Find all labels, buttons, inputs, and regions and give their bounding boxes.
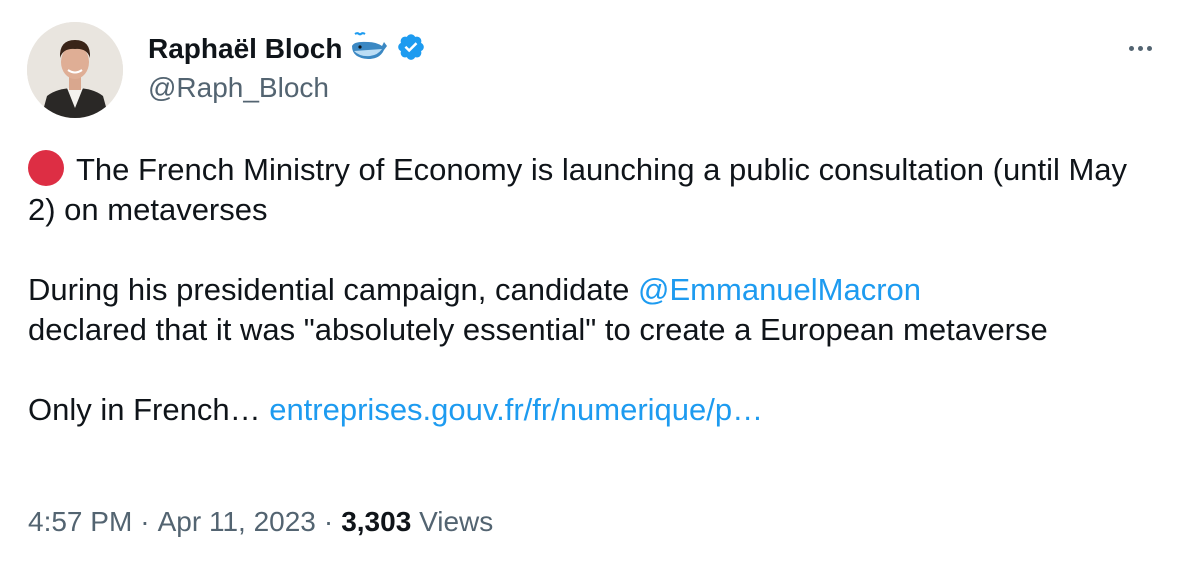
paragraph-2-before: During his presidential campaign, candid… (28, 272, 639, 307)
verified-badge-icon (396, 32, 426, 67)
external-link[interactable]: entreprises.gouv.fr/fr/numerique/p… (269, 392, 763, 427)
tweet-date[interactable]: Apr 11, 2023 (158, 506, 316, 538)
meta-separator: · (140, 506, 150, 537)
tweet-text: The French Ministry of Economy is launch… (28, 150, 1148, 430)
whale-icon (350, 31, 388, 67)
paragraph-1-text: The French Ministry of Economy is launch… (28, 152, 1128, 227)
views[interactable]: 3,303 Views (341, 506, 493, 538)
avatar-photo (27, 22, 123, 118)
paragraph-2-after: declared that it was "absolutely essenti… (28, 312, 1048, 347)
paragraph-3-before: Only in French… (28, 392, 270, 427)
tweet-meta: 4:57 PM · Apr 11, 2023 · 3,303 Views (28, 506, 493, 538)
red-circle-icon (28, 150, 64, 186)
tweet-paragraph-3: Only in French… entreprises.gouv.fr/fr/n… (28, 390, 1148, 430)
tweet-paragraph-2: During his presidential campaign, candid… (28, 270, 1148, 350)
meta-separator: · (323, 506, 334, 537)
mention-link[interactable]: @EmmanuelMacron (638, 272, 921, 307)
views-count: 3,303 (341, 506, 412, 537)
tweet-paragraph-1: The French Ministry of Economy is launch… (28, 150, 1148, 230)
author-display-name[interactable]: Raphaël Bloch (148, 33, 342, 65)
tweet-time[interactable]: 4:57 PM (28, 506, 132, 538)
more-options-icon[interactable] (1122, 34, 1158, 62)
views-label: Views (419, 506, 494, 537)
author-name-row: Raphaël Bloch (148, 30, 426, 68)
author-handle[interactable]: @Raph_Bloch (148, 72, 329, 104)
avatar[interactable] (27, 22, 123, 118)
tweet-card: Raphaël Bloch @Raph_Bloch The French Min… (0, 0, 1198, 572)
